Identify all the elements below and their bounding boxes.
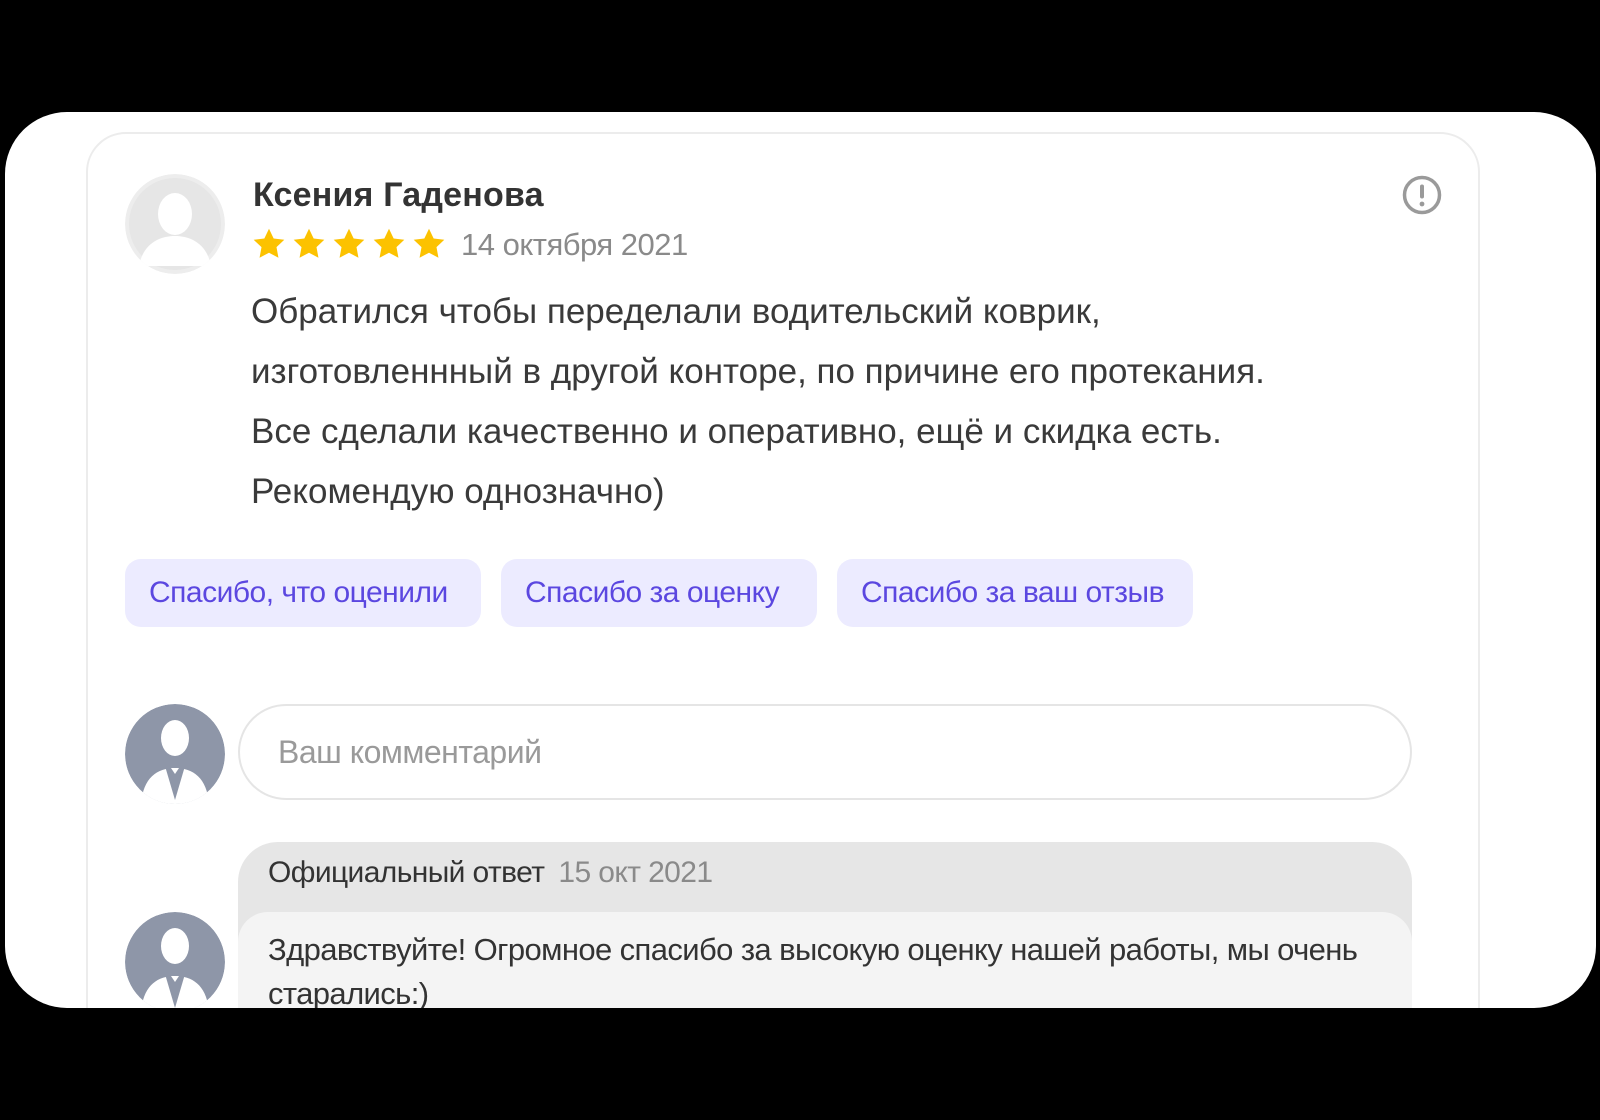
official-reply: Официальный ответ 15 окт 2021 Здравствуйт… bbox=[238, 842, 1412, 1008]
review-text-line: Все сделали качественно и оперативно, ещ… bbox=[251, 412, 1222, 451]
official-reply-date: 15 окт 2021 bbox=[558, 856, 713, 889]
review-text-line: Рекомендую однозначно) bbox=[251, 472, 665, 511]
rating-stars bbox=[251, 226, 447, 262]
quick-reply-thanks-for-review[interactable]: Спасибо за ваш отзыв bbox=[837, 559, 1193, 627]
star-icon bbox=[371, 226, 407, 262]
official-reply-text: Здравствуйте! Огромное спасибо за высоку… bbox=[268, 932, 1358, 1008]
official-reply-label: Официальный ответ bbox=[268, 856, 545, 889]
star-icon bbox=[411, 226, 447, 262]
review-text: Обратился чтобы переделали водительский … bbox=[251, 282, 1441, 522]
official-avatar bbox=[125, 912, 225, 1008]
author-avatar[interactable] bbox=[125, 174, 225, 274]
report-button[interactable] bbox=[1401, 174, 1443, 216]
quick-reply-thanks-for-rating[interactable]: Спасибо, что оценили bbox=[125, 559, 481, 627]
business-user-avatar-icon bbox=[125, 704, 225, 804]
quick-replies: Спасибо, что оценили Спасибо за оценку С… bbox=[125, 559, 1193, 627]
business-user-avatar-icon bbox=[125, 912, 225, 1008]
current-user-avatar bbox=[125, 704, 225, 804]
review-date: 14 октября 2021 bbox=[461, 227, 688, 262]
screenshot-frame: Ксения Гаденова 14 октября 2021 Обратилс… bbox=[5, 112, 1596, 1008]
quick-reply-thanks-for-score[interactable]: Спасибо за оценку bbox=[501, 559, 817, 627]
comment-input[interactable] bbox=[238, 704, 1412, 800]
review-text-line: Обратился чтобы переделали водительский … bbox=[251, 292, 1101, 331]
official-reply-body: Здравствуйте! Огромное спасибо за высоку… bbox=[238, 912, 1412, 1008]
exclamation-circle-icon bbox=[1402, 175, 1442, 215]
review-text-line: изготовленнный в другой конторе, по прич… bbox=[251, 352, 1265, 391]
author-name[interactable]: Ксения Гаденова bbox=[253, 176, 544, 215]
review-card: Ксения Гаденова 14 октября 2021 Обратилс… bbox=[86, 132, 1480, 1008]
star-icon bbox=[331, 226, 367, 262]
star-icon bbox=[291, 226, 327, 262]
default-user-avatar-icon bbox=[125, 174, 225, 274]
official-reply-header: Официальный ответ 15 окт 2021 bbox=[268, 856, 713, 890]
star-icon bbox=[251, 226, 287, 262]
